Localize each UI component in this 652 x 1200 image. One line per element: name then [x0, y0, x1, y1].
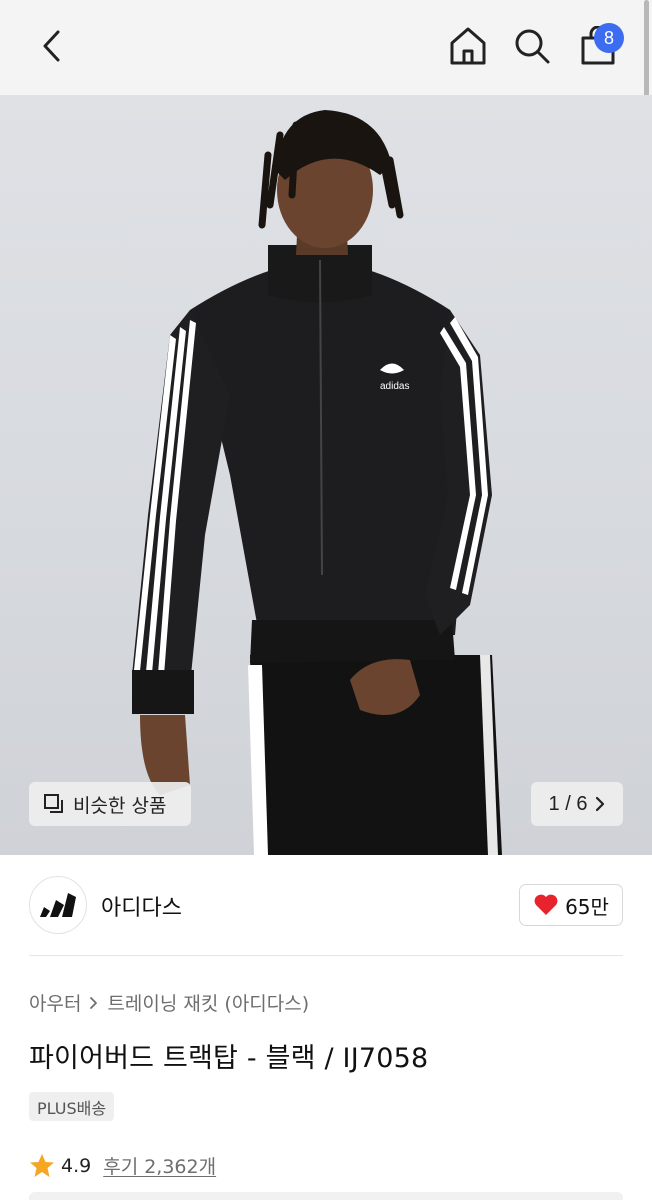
product-title: 파이어버드 트랙탑 - 블랙 / IJ7058: [29, 1043, 429, 1074]
rating-value: 4.9: [61, 1154, 92, 1177]
brand-name[interactable]: 아디다스: [101, 890, 182, 922]
search-button[interactable]: [508, 22, 556, 70]
cart-count-badge: 8: [594, 23, 624, 53]
star-icon: [30, 1153, 54, 1177]
product-image-carousel[interactable]: adidas: [0, 95, 652, 855]
similar-products-label: 비슷한 상품: [73, 794, 167, 817]
scrollbar[interactable]: [644, 0, 649, 108]
image-pager-count: 1 / 6: [548, 792, 588, 815]
rating-row: 4.9 후기 2,362개: [29, 1152, 216, 1179]
home-icon: [450, 27, 486, 65]
breadcrumb: 아우터 트레이닝 재킷 (아디다스): [29, 989, 309, 1016]
like-count: 65만: [565, 894, 609, 919]
product-photo: adidas: [132, 110, 502, 855]
breadcrumb-subcategory[interactable]: 트레이닝 재킷 (아디다스): [107, 989, 309, 1016]
next-section-preview: [29, 1192, 623, 1200]
svg-text:adidas: adidas: [380, 381, 409, 392]
brand-row: 아디다스 65만: [29, 876, 623, 934]
back-button[interactable]: [28, 22, 76, 70]
divider: [29, 955, 623, 956]
adidas-logo: [40, 893, 76, 917]
chevron-right-icon: [90, 996, 98, 1009]
breadcrumb-category[interactable]: 아우터: [29, 989, 81, 1016]
plus-delivery-badge: PLUS배송: [29, 1092, 115, 1121]
back-icon: [43, 30, 60, 62]
home-button[interactable]: [444, 22, 492, 70]
heart-icon: [534, 894, 558, 915]
review-count-link[interactable]: 후기 2,362개: [103, 1152, 216, 1179]
brand-logo[interactable]: [29, 876, 87, 934]
chevron-right-icon: [596, 796, 605, 812]
image-pager[interactable]: 1 / 6: [531, 782, 623, 826]
similar-items-icon: [44, 794, 63, 813]
like-button[interactable]: 65만: [519, 884, 623, 926]
similar-products-button[interactable]: 비슷한 상품: [29, 782, 191, 826]
search-icon: [515, 29, 550, 64]
